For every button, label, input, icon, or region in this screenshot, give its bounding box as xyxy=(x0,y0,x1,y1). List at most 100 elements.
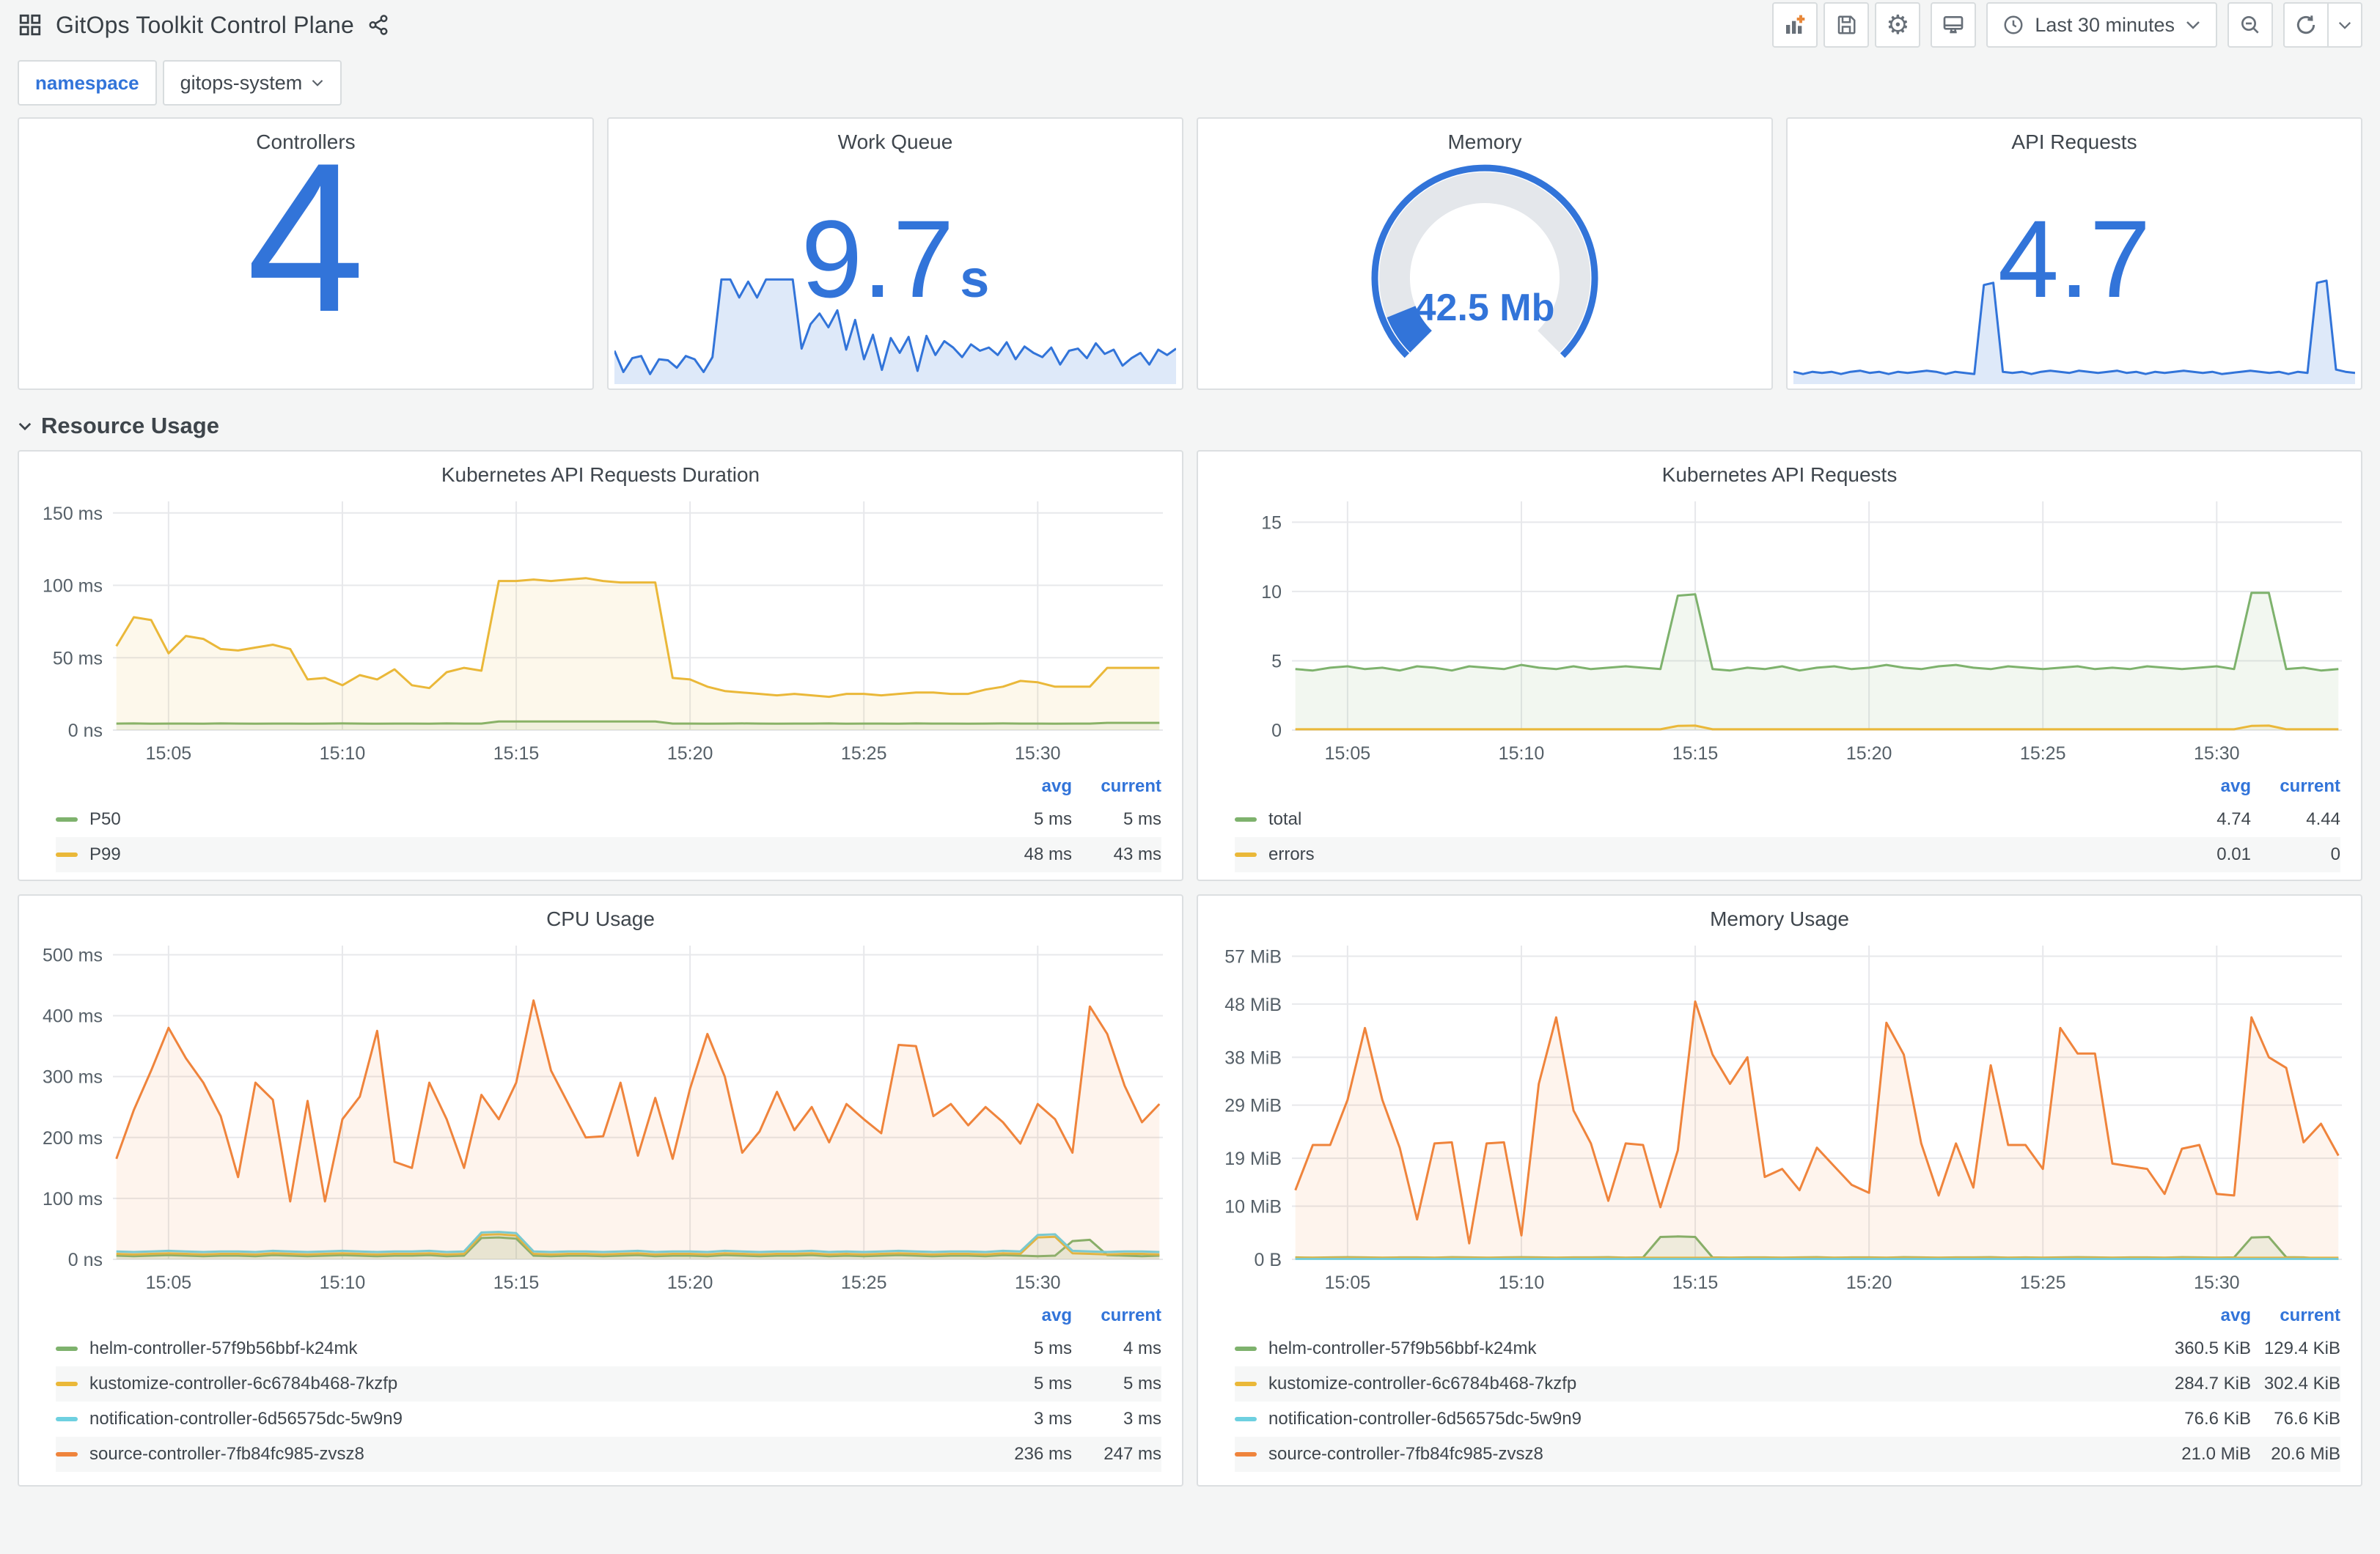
series-name[interactable]: notification-controller-6d56575dc-5w9n9 xyxy=(1268,1409,2148,1429)
add-panel-icon xyxy=(1783,13,1807,37)
series-current-value: 302.4 KiB xyxy=(2263,1374,2340,1393)
series-color-dash xyxy=(1235,1347,1257,1351)
chart-legend: avg current helm-controller-57f9b56bbf-k24… xyxy=(1198,1300,2361,1472)
svg-text:57 MiB: 57 MiB xyxy=(1224,947,1282,968)
share-icon[interactable] xyxy=(367,14,389,36)
svg-text:15:30: 15:30 xyxy=(2194,1273,2240,1293)
legend-sort-avg[interactable]: avg xyxy=(969,776,1072,797)
svg-text:15:25: 15:25 xyxy=(841,1273,887,1293)
panel-title[interactable]: Kubernetes API Requests Duration xyxy=(19,452,1182,491)
panel-title[interactable]: Kubernetes API Requests xyxy=(1198,452,2361,491)
legend-row: notification-controller-6d56575dc-5w9n9 3… xyxy=(56,1402,1161,1437)
dashboard-grid-icon[interactable] xyxy=(18,12,43,37)
series-name[interactable]: total xyxy=(1268,809,2148,830)
series-avg-value: 5 ms xyxy=(1033,1338,1072,1358)
svg-text:15:15: 15:15 xyxy=(1672,1273,1719,1293)
variable-namespace-dropdown[interactable]: gitops-system xyxy=(162,60,342,106)
svg-text:29 MiB: 29 MiB xyxy=(1224,1096,1282,1116)
series-name[interactable]: notification-controller-6d56575dc-5w9n9 xyxy=(89,1409,969,1429)
legend-row: helm-controller-57f9b56bbf-k24mk 360.5 Ki… xyxy=(1235,1331,2340,1366)
series-avg-value: 21.0 MiB xyxy=(2181,1444,2251,1464)
refresh-icon xyxy=(2294,13,2318,37)
legend-header: avg current xyxy=(1235,771,2340,802)
variable-namespace-value: gitops-system xyxy=(180,71,303,94)
series-current-value: 20.6 MiB xyxy=(2271,1444,2340,1464)
save-dashboard-button[interactable] xyxy=(1823,2,1870,48)
section-resource-usage[interactable]: Resource Usage xyxy=(18,409,2362,443)
svg-text:38 MiB: 38 MiB xyxy=(1224,1047,1282,1068)
series-name[interactable]: P99 xyxy=(89,844,969,865)
svg-text:150 ms: 150 ms xyxy=(43,504,103,524)
save-icon xyxy=(1835,14,1857,36)
svg-text:50 ms: 50 ms xyxy=(53,648,103,669)
svg-text:15:15: 15:15 xyxy=(493,743,540,764)
series-color-dash xyxy=(56,853,78,857)
series-name[interactable]: kustomize-controller-6c6784b468-7kzfp xyxy=(1268,1374,2148,1394)
svg-text:100 ms: 100 ms xyxy=(43,1189,103,1209)
add-panel-button[interactable] xyxy=(1772,2,1818,48)
dashboard-settings-button[interactable]: ⚙ xyxy=(1875,2,1921,48)
page-title: GitOps Toolkit Control Plane xyxy=(56,11,354,38)
svg-text:15:15: 15:15 xyxy=(493,1273,540,1293)
monitor-icon xyxy=(1942,13,1965,37)
legend-sort-current[interactable]: current xyxy=(2251,1306,2340,1326)
series-avg-value: 3 ms xyxy=(1033,1409,1072,1429)
refresh-interval-dropdown[interactable] xyxy=(2329,2,2362,48)
panel-title[interactable]: Work Queue xyxy=(609,119,1182,158)
series-current-value: 76.6 KiB xyxy=(2274,1409,2340,1429)
legend-sort-avg[interactable]: avg xyxy=(2148,776,2251,797)
series-current-value: 247 ms xyxy=(1103,1444,1161,1464)
legend-row: P50 5 ms 5 ms xyxy=(56,802,1161,837)
panel-memory: Memory 42.5 Mb xyxy=(1197,117,1773,390)
series-avg-value: 48 ms xyxy=(1024,844,1072,864)
legend-sort-current[interactable]: current xyxy=(1072,776,1161,797)
legend-sort-current[interactable]: current xyxy=(2251,776,2340,797)
legend-row: kustomize-controller-6c6784b468-7kzfp 284… xyxy=(1235,1366,2340,1402)
series-current-value: 4.44 xyxy=(2306,809,2340,829)
series-name[interactable]: helm-controller-57f9b56bbf-k24mk xyxy=(1268,1338,2148,1359)
series-name[interactable]: source-controller-7fb84fc985-zvsz8 xyxy=(1268,1444,2148,1465)
svg-text:15:30: 15:30 xyxy=(2194,743,2240,764)
legend-header: avg current xyxy=(1235,1300,2340,1331)
svg-text:15:15: 15:15 xyxy=(1672,743,1719,764)
series-color-dash xyxy=(1235,853,1257,857)
series-name[interactable]: source-controller-7fb84fc985-zvsz8 xyxy=(89,1444,969,1465)
series-name[interactable]: kustomize-controller-6c6784b468-7kzfp xyxy=(89,1374,969,1394)
time-range-picker[interactable]: Last 30 minutes xyxy=(1986,2,2217,48)
svg-text:0 ns: 0 ns xyxy=(68,1250,103,1270)
series-color-dash xyxy=(1235,1382,1257,1386)
zoom-out-button[interactable] xyxy=(2227,2,2273,48)
charts-grid: Kubernetes API Requests Duration 0 ns 50 … xyxy=(18,450,2362,1487)
legend-row: source-controller-7fb84fc985-zvsz8 21.0 M… xyxy=(1235,1437,2340,1472)
cycle-view-mode-button[interactable] xyxy=(1931,2,1977,48)
series-avg-value: 236 ms xyxy=(1014,1444,1072,1464)
svg-text:15:05: 15:05 xyxy=(1325,1273,1371,1293)
variables-row: namespace gitops-system xyxy=(0,50,2380,106)
refresh-button[interactable] xyxy=(2283,2,2329,48)
legend-row: P99 48 ms 43 ms xyxy=(56,837,1161,872)
panel-title[interactable]: API Requests xyxy=(1788,119,2361,158)
panel-controllers: Controllers 4 xyxy=(18,117,594,390)
panel-title[interactable]: CPU Usage xyxy=(19,896,1182,935)
series-name[interactable]: helm-controller-57f9b56bbf-k24mk xyxy=(89,1338,969,1359)
gear-icon: ⚙ xyxy=(1886,10,1910,40)
series-avg-value: 5 ms xyxy=(1033,809,1072,829)
legend-row: kustomize-controller-6c6784b468-7kzfp 5 m… xyxy=(56,1366,1161,1402)
svg-text:10: 10 xyxy=(1261,582,1282,603)
stat-panels-row: Controllers 4 Work Queue 9.7 s Memory 42.… xyxy=(18,117,2362,390)
series-name[interactable]: errors xyxy=(1268,844,2148,865)
controllers-stat-value: 4 xyxy=(246,118,365,356)
svg-text:15:20: 15:20 xyxy=(667,743,713,764)
series-color-dash xyxy=(1235,1452,1257,1457)
series-name[interactable]: P50 xyxy=(89,809,969,830)
legend-sort-current[interactable]: current xyxy=(1072,1306,1161,1326)
svg-text:15:25: 15:25 xyxy=(2020,1273,2066,1293)
legend-sort-avg[interactable]: avg xyxy=(969,1306,1072,1326)
series-color-dash xyxy=(1235,817,1257,822)
panel-k8s-api-requests-duration: Kubernetes API Requests Duration 0 ns 50 … xyxy=(18,450,1183,881)
legend-sort-avg[interactable]: avg xyxy=(2148,1306,2251,1326)
series-current-value: 0 xyxy=(2330,844,2340,864)
series-avg-value: 0.01 xyxy=(2216,844,2251,864)
panel-title[interactable]: Memory Usage xyxy=(1198,896,2361,935)
panel-title[interactable]: Memory xyxy=(1198,119,1771,158)
